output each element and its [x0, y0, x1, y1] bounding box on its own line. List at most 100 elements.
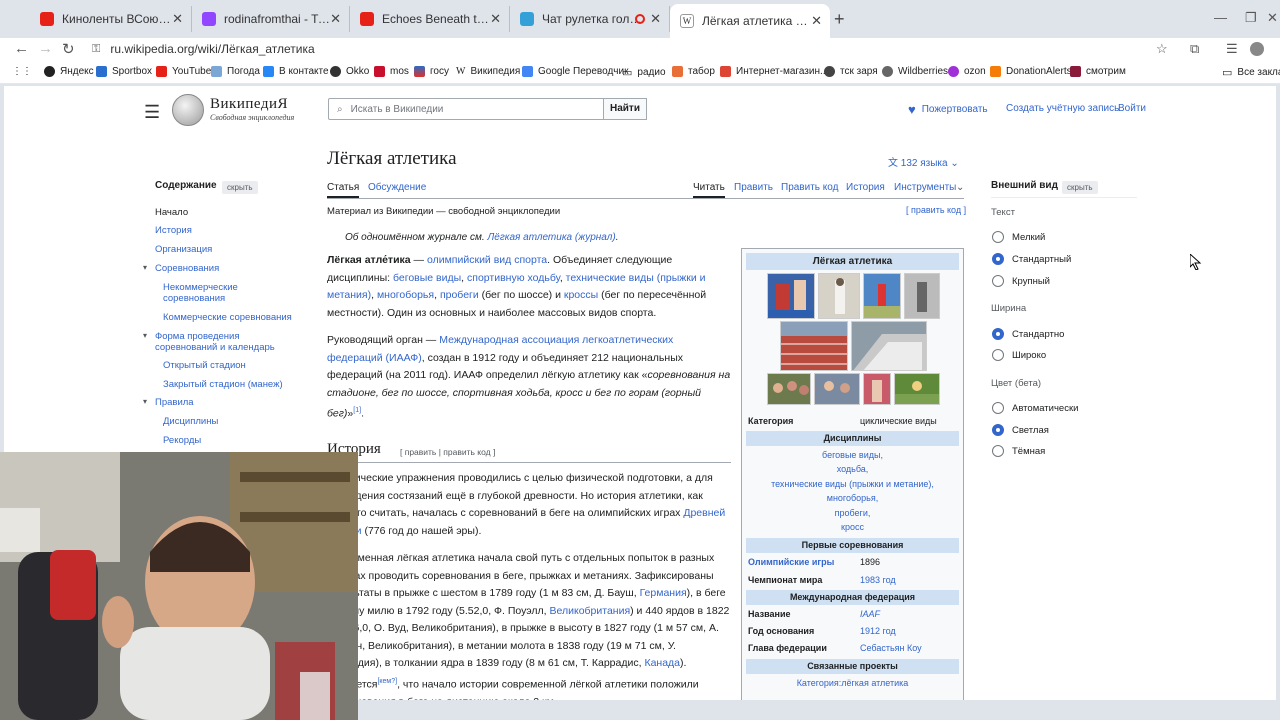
athletics-photo[interactable]	[814, 373, 860, 405]
apps-icon[interactable]: ⋮⋮	[12, 66, 32, 77]
bookmark-shop[interactable]: Интернет-магазин...	[720, 66, 828, 77]
bookmark-watch[interactable]: смотрим	[1070, 66, 1126, 77]
athletics-photo[interactable]	[904, 273, 940, 319]
search-input[interactable]: ⌕ Искать в Википедии	[328, 98, 604, 120]
bookmark-tsk[interactable]: тск заря	[824, 66, 878, 77]
category-link[interactable]: Категория:лёгкая атлетика	[746, 678, 959, 688]
tab-tools[interactable]: Инструменты	[894, 182, 956, 193]
athletics-photo[interactable]	[767, 373, 811, 405]
close-tab-icon[interactable]: ✕	[330, 11, 341, 27]
login-link[interactable]: Войти	[1118, 103, 1146, 114]
tab-edit[interactable]: Править	[734, 182, 773, 193]
discipline-link[interactable]: ходьба,	[746, 464, 959, 474]
toc-item-disciplines[interactable]: Дисциплины	[163, 416, 218, 427]
federation-name-value[interactable]: IAAF	[860, 609, 880, 619]
hatnote-link[interactable]: Лёгкая атлетика (журнал)	[487, 232, 615, 243]
federation-head-value[interactable]: Себастьян Коу	[860, 643, 922, 653]
chevron-down-icon[interactable]: ▾	[143, 397, 147, 406]
radio-text-small[interactable]: Мелкий	[992, 231, 1045, 243]
tab-search-icon[interactable]: ☰	[1226, 41, 1238, 57]
bookmark-weather[interactable]: Погода	[211, 66, 260, 77]
discipline-link[interactable]: кросс	[746, 522, 959, 532]
athletics-photo[interactable]	[894, 373, 940, 405]
browser-tab-3[interactable]: Echoes Beneath the Moss Org ✕	[350, 6, 510, 32]
browser-tab-1[interactable]: Киноленты ВСоюзе — смотре ✕	[30, 6, 192, 32]
bookmark-mos[interactable]: mos	[374, 66, 409, 77]
toc-item-format[interactable]: Форма проведения соревнований и календар…	[155, 331, 285, 353]
toc-item-indoor[interactable]: Закрытый стадион (манеж)	[163, 379, 283, 390]
toc-item-commercial[interactable]: Коммерческие соревнования	[163, 312, 292, 323]
founded-value[interactable]: 1912 год	[860, 626, 896, 636]
bookmark-translate[interactable]: Google Переводчик	[522, 66, 628, 77]
bookmark-tabor[interactable]: табор	[672, 66, 715, 77]
radio-color-light[interactable]: Светлая	[992, 424, 1049, 436]
tab-history[interactable]: История	[846, 182, 885, 193]
toc-item-competitions[interactable]: Соревнования	[155, 263, 219, 274]
athletics-photo[interactable]	[851, 321, 927, 371]
athletics-photo[interactable]	[863, 273, 901, 319]
appearance-hide-button[interactable]: скрыть	[1062, 181, 1098, 194]
discipline-link[interactable]: технические виды (прыжки и метание),	[746, 479, 959, 489]
reload-icon[interactable]: ↻	[62, 40, 75, 58]
radio-color-auto[interactable]: Автоматически	[992, 402, 1078, 414]
tab-article[interactable]: Статья	[327, 182, 360, 198]
chevron-down-icon[interactable]: ⌄	[956, 182, 964, 193]
radio-width-wide[interactable]: Широко	[992, 349, 1046, 361]
edit-code-link[interactable]: [ править код ]	[906, 205, 966, 215]
all-bookmarks[interactable]: ▭ Все закладки	[1222, 66, 1280, 79]
close-tab-icon[interactable]: ✕	[650, 11, 661, 27]
search-button[interactable]: Найти	[603, 98, 647, 120]
browser-tab-5-active[interactable]: W Лёгкая атлетика — Википедия ✕	[670, 4, 830, 38]
address-bar[interactable]: ⚿ ru.wikipedia.org/wiki/Лёгкая_атлетика	[86, 38, 1136, 60]
radio-width-standard[interactable]: Стандартно	[992, 328, 1064, 340]
tab-talk[interactable]: Обсуждение	[368, 182, 426, 193]
tab-read[interactable]: Читать	[693, 182, 725, 198]
restore-icon[interactable]: ❐	[1245, 10, 1257, 26]
close-tab-icon[interactable]: ✕	[490, 11, 501, 27]
site-info-icon[interactable]: ⚿	[92, 43, 100, 56]
browser-tab-4[interactable]: Чат рулетка голосовая — ✕	[510, 6, 670, 32]
bookmark-wildberries[interactable]: Wildberries	[882, 66, 948, 77]
athletics-photo[interactable]	[818, 273, 860, 319]
wikipedia-globe-logo[interactable]	[172, 94, 204, 126]
forward-icon[interactable]: →	[38, 40, 53, 57]
close-window-icon[interactable]: ✕	[1267, 10, 1278, 26]
discipline-link[interactable]: пробеги,	[746, 508, 959, 518]
discipline-link[interactable]: многоборья,	[746, 493, 959, 503]
toc-item-history[interactable]: История	[155, 225, 192, 236]
wikipedia-wordmark[interactable]: ВикипедиЯ	[210, 96, 288, 113]
bookmark-vk[interactable]: В контакте	[263, 66, 329, 77]
bookmark-youtube[interactable]: YouTube	[156, 66, 211, 77]
toc-item-rules[interactable]: Правила	[155, 397, 194, 408]
athletics-photo[interactable]	[863, 373, 891, 405]
bookmark-sportbox[interactable]: Sportbox	[96, 66, 152, 77]
bookmark-donationalerts[interactable]: DonationAlerts	[990, 66, 1072, 77]
browser-tab-2[interactable]: rodinafromthai - Twitch ✕	[192, 6, 350, 32]
close-tab-icon[interactable]: ✕	[172, 11, 183, 27]
donate-link[interactable]: ♥ Пожертвовать	[908, 102, 988, 117]
profile-avatar[interactable]	[1250, 42, 1264, 56]
radio-text-standard[interactable]: Стандартный	[992, 253, 1071, 265]
extensions-icon[interactable]: ⧉	[1190, 41, 1199, 57]
chevron-down-icon[interactable]: ▾	[143, 263, 147, 272]
worlds-value[interactable]: 1983 год	[860, 575, 896, 585]
bookmark-yandex[interactable]: Яндекс	[44, 66, 94, 77]
languages-button[interactable]: 文 132 языка ⌄	[888, 154, 959, 169]
radio-color-dark[interactable]: Тёмная	[992, 445, 1045, 457]
olympics-label[interactable]: Олимпийские игры	[748, 557, 834, 567]
toc-item-start[interactable]: Начало	[155, 207, 188, 218]
chevron-down-icon[interactable]: ▾	[143, 331, 147, 340]
toc-hide-button[interactable]: скрыть	[222, 181, 258, 194]
bookmark-wikipedia[interactable]: W Википедия	[456, 66, 520, 77]
tab-edit-source[interactable]: Править код	[781, 182, 838, 193]
create-account-link[interactable]: Создать учётную запись	[1006, 103, 1119, 114]
close-tab-icon[interactable]: ✕	[811, 13, 822, 29]
section-edit-links[interactable]: [ править | править код ]	[400, 447, 495, 457]
bookmark-radio[interactable]: ▭ радио	[622, 66, 666, 79]
radio-text-large[interactable]: Крупный	[992, 275, 1050, 287]
athletics-photo[interactable]	[767, 273, 815, 319]
new-tab-icon[interactable]: +	[834, 9, 845, 30]
bookmark-gosu[interactable]: госу	[414, 66, 449, 77]
bookmark-star-icon[interactable]: ☆	[1156, 41, 1168, 57]
minimize-icon[interactable]: —	[1214, 10, 1227, 25]
